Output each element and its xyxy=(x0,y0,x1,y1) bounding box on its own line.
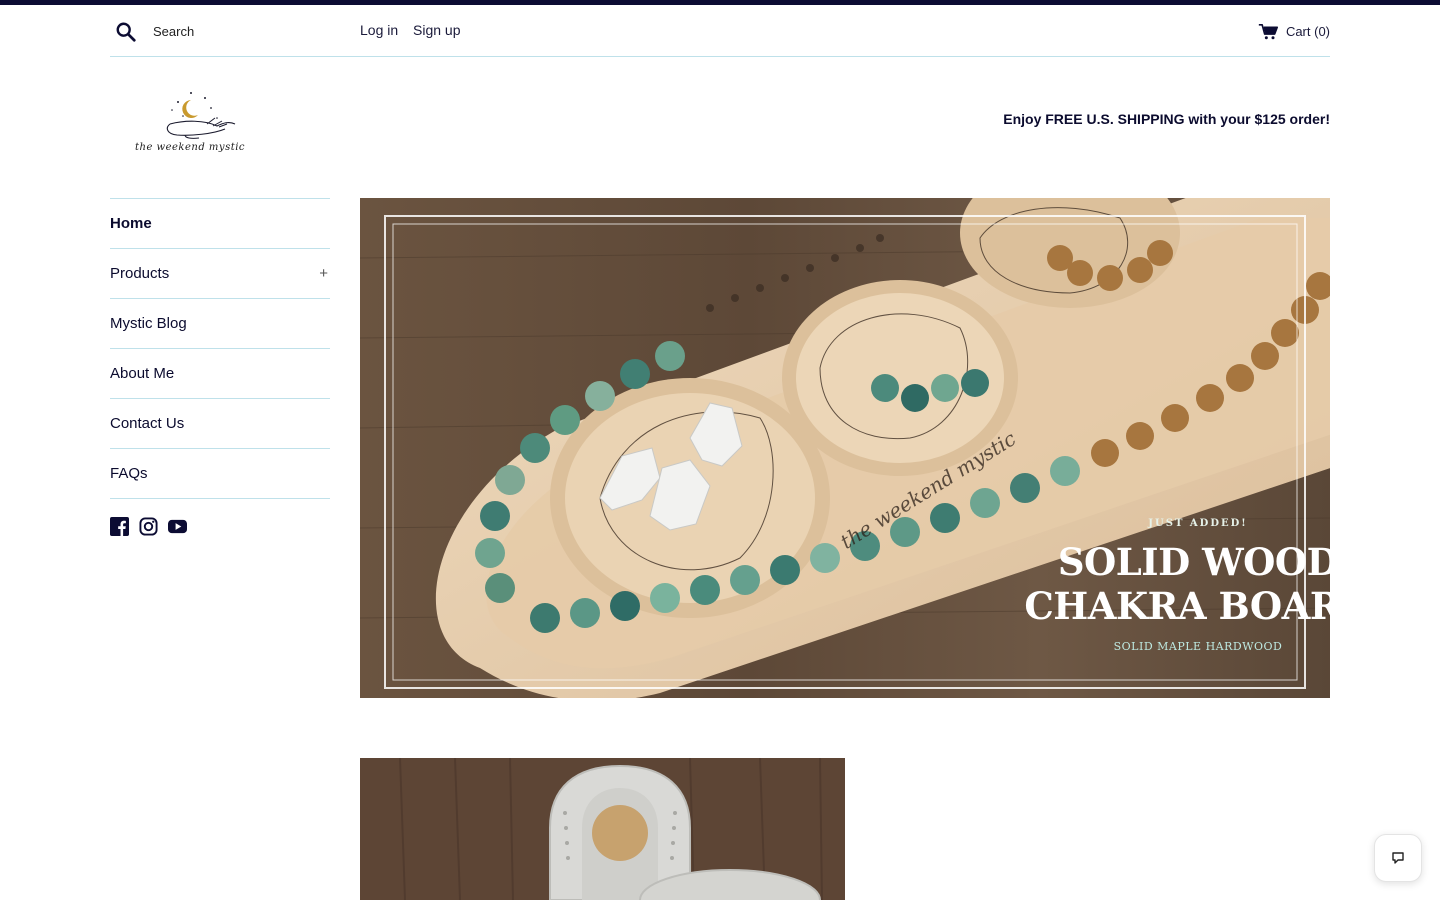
sidebar-item-label: Products xyxy=(110,265,170,282)
sidebar-item-contact-us[interactable]: Contact Us xyxy=(110,398,330,448)
sidebar-item-faqs[interactable]: FAQs xyxy=(110,448,330,499)
product-tile[interactable] xyxy=(360,758,845,900)
sidebar-item-label: Home xyxy=(110,215,152,232)
product-image xyxy=(360,758,845,900)
hero-subtitle: SOLID MAPLE HARDWOOD xyxy=(1113,640,1283,653)
sidebar-item-label: FAQs xyxy=(110,465,148,482)
hero-banner[interactable]: the weekend mystic JUST ADDED! SOLID WOO… xyxy=(360,198,1330,698)
sidebar-item-products[interactable]: Products + xyxy=(110,248,330,298)
search-input[interactable] xyxy=(150,19,351,43)
youtube-icon[interactable] xyxy=(168,517,187,536)
login-link[interactable]: Log in xyxy=(360,22,398,38)
signup-link[interactable]: Sign up xyxy=(413,22,460,38)
social-links xyxy=(110,517,330,536)
cart-link[interactable]: Cart (0) xyxy=(1258,21,1330,41)
hero-kicker: JUST ADDED! xyxy=(1148,518,1248,529)
hero-title: SOLID WOOD CHAKRA BOARD xyxy=(1024,540,1330,628)
hero-title-line: CHAKRA BOARD xyxy=(1024,584,1330,628)
sidebar-nav: Home Products + Mystic Blog About Me Con… xyxy=(110,198,330,536)
expand-plus-icon[interactable]: + xyxy=(319,265,328,282)
chat-icon xyxy=(1392,852,1404,864)
header-bar: Log in Sign up Cart (0) xyxy=(110,5,1330,57)
facebook-icon[interactable] xyxy=(110,517,129,536)
cart-count-label: Cart (0) xyxy=(1285,23,1330,39)
instagram-icon[interactable] xyxy=(139,517,158,536)
cart-icon xyxy=(1258,23,1278,39)
hero-title-line: SOLID WOOD xyxy=(1057,540,1330,584)
logo-wordmark: the weekend mystic xyxy=(134,142,246,153)
sidebar-item-label: About Me xyxy=(110,365,175,382)
search-icon[interactable] xyxy=(115,21,137,43)
chat-button[interactable] xyxy=(1374,834,1422,882)
shipping-promo: Enjoy FREE U.S. SHIPPING with your $125 … xyxy=(1003,111,1330,127)
brand-logo[interactable]: the weekend mystic xyxy=(125,90,255,166)
sidebar-item-label: Mystic Blog xyxy=(110,315,187,332)
sidebar-item-about-me[interactable]: About Me xyxy=(110,348,330,398)
moon-hand-icon xyxy=(166,92,236,139)
sidebar-item-home[interactable]: Home xyxy=(110,198,330,248)
sidebar-item-label: Contact Us xyxy=(110,415,185,432)
sidebar-item-mystic-blog[interactable]: Mystic Blog xyxy=(110,298,330,348)
